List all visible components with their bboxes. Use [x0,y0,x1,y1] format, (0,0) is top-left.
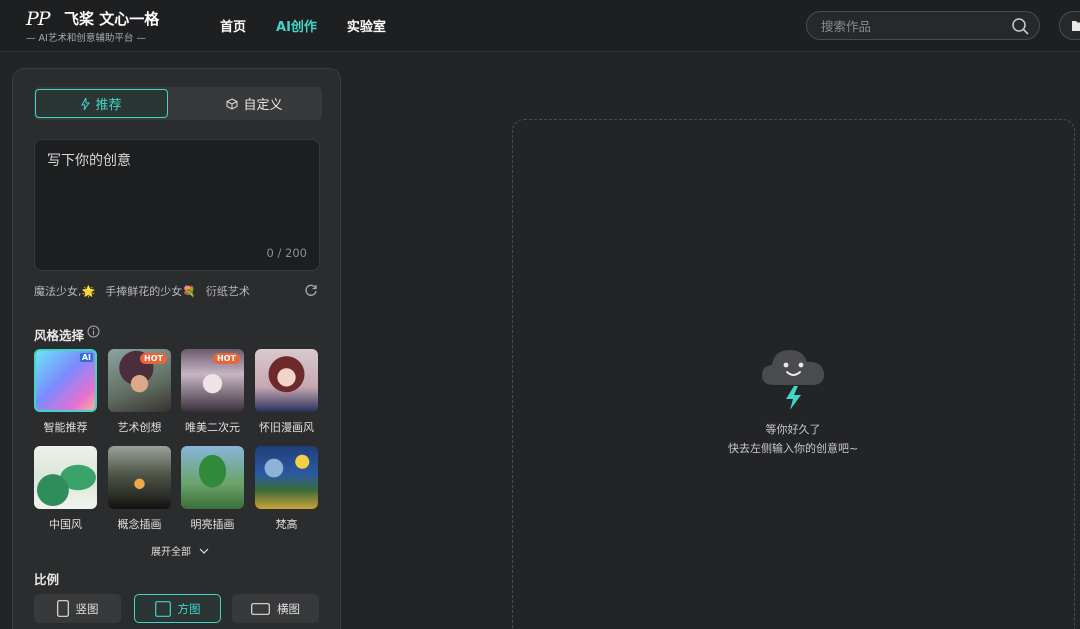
logo-title: 飞桨 文心一格 [64,10,160,28]
main-nav: 首页 AI创作 实验室 [220,16,386,35]
style-card-bright[interactable]: 明亮插画 [181,446,244,532]
prompt-input[interactable] [47,150,309,238]
tab-recommend-label: 推荐 [95,98,122,113]
tab-custom[interactable]: 自定义 [188,89,321,118]
style-thumb [108,446,171,509]
search-box [806,11,1040,40]
prompt-suggestions: 魔法少女,🌟 手捧鲜花的少女💐 衍纸艺术 [34,283,324,301]
ratio-landscape-button[interactable]: 横图 [232,594,319,623]
style-section-title: 风格选择 [34,328,85,343]
create-panel: 推荐 自定义 0 / 200 魔法少女,🌟 手捧鲜花的少女💐 衍纸艺术 风格选择… [12,68,341,629]
style-label: 明亮插画 [190,518,235,531]
style-label: 概念插画 [117,518,162,531]
cube-icon [226,97,238,110]
style-thumb: HOT [108,349,171,412]
mode-tabs: 推荐 自定义 [34,87,322,120]
suggestion-item[interactable]: 手捧鲜花的少女💐 [105,283,196,301]
chevron-down-icon [199,548,209,554]
hot-badge: HOT [213,353,240,364]
top-header: PP 飞桨 文心一格 — AI艺术和创意辅助平台 — 首页 AI创作 实验室 [0,0,1080,52]
style-label: 梵高 [275,518,298,531]
style-label: 艺术创想 [117,421,162,434]
nav-home[interactable]: 首页 [220,16,246,35]
style-thumb: HOT [181,349,244,412]
expand-all-label: 展开全部 [151,547,191,558]
portrait-frame-icon [56,600,69,617]
hot-badge: HOT [140,353,167,364]
landscape-frame-icon [251,602,270,615]
style-label: 唯美二次元 [185,421,240,434]
nav-lab[interactable]: 实验室 [347,16,386,35]
cloud-lightning-icon [762,350,825,410]
style-label: 怀旧漫画风 [259,421,314,434]
style-thumb [181,446,244,509]
empty-state-title: 等你好久了 [765,423,821,436]
tab-recommend[interactable]: 推荐 [35,89,168,118]
search-input[interactable] [821,17,1001,35]
logo[interactable]: PP 飞桨 文心一格 — AI艺术和创意辅助平台 — [26,6,166,46]
style-thumb [255,349,318,412]
ratio-selector: 竖图 方图 横图 [34,594,324,624]
style-label: 智能推荐 [43,421,88,434]
style-thumb [255,446,318,509]
style-card-concept[interactable]: 概念插画 [108,446,171,532]
nav-ai-create[interactable]: AI创作 [276,16,317,35]
logo-subtitle: — AI艺术和创意辅助平台 — [26,33,146,44]
style-card-anime[interactable]: HOT 唯美二次元 [181,349,244,435]
refresh-icon[interactable] [304,283,318,297]
style-card-chinese[interactable]: 中国风 [34,446,97,532]
style-card-art[interactable]: HOT 艺术创想 [108,349,171,435]
empty-state-subtitle: 快去左侧输入你的创意吧~ [728,442,859,455]
tab-custom-label: 自定义 [243,98,283,113]
style-thumb [34,446,97,509]
char-counter: 0 / 200 [266,246,307,260]
lightning-icon [81,97,91,110]
logo-mark: PP [26,8,51,30]
ratio-label: 横图 [277,601,300,616]
suggestion-item[interactable]: 魔法少女,🌟 [34,283,95,301]
ratio-label: 竖图 [75,601,99,616]
my-works-button[interactable] [1059,11,1080,40]
suggestion-item[interactable]: 衍纸艺术 [206,283,250,301]
style-thumb: AI [34,349,97,412]
ai-badge: AI [79,353,93,362]
style-card-smart[interactable]: AI 智能推荐 [34,349,97,435]
ratio-section-title: 比例 [34,572,60,587]
square-frame-icon [154,600,171,617]
info-icon[interactable] [87,325,100,338]
search-icon[interactable] [1011,17,1029,35]
expand-all-button[interactable]: 展开全部 [151,543,209,558]
ratio-square-button[interactable]: 方图 [134,594,221,623]
prompt-box: 0 / 200 [34,139,320,271]
folder-icon [1072,21,1080,31]
style-card-van-gogh[interactable]: 梵高 [255,446,318,532]
style-card-retro-comic[interactable]: 怀旧漫画风 [255,349,318,435]
style-label: 中国风 [49,518,82,531]
ratio-portrait-button[interactable]: 竖图 [34,594,121,623]
ratio-label: 方图 [177,601,201,616]
